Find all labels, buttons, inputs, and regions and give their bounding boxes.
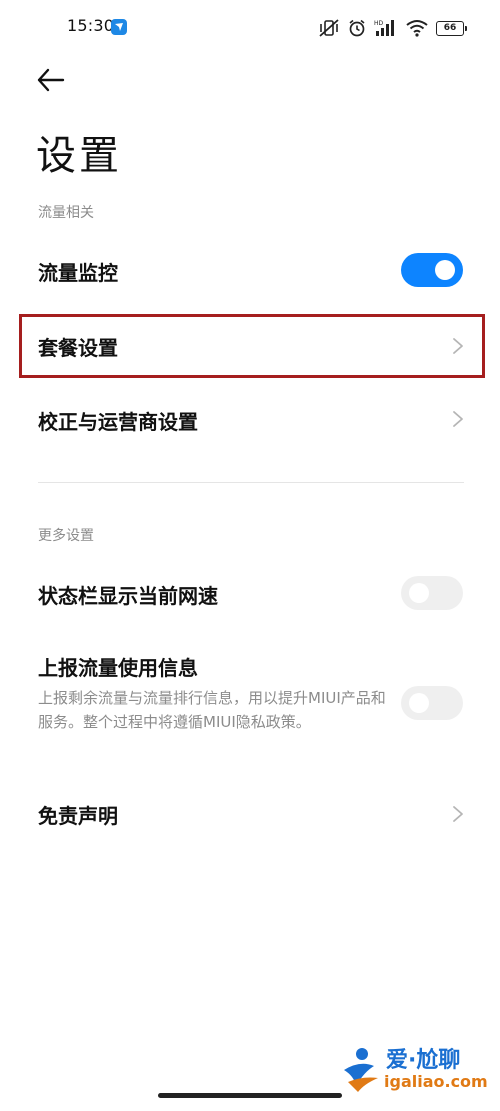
plan-settings-row[interactable]: 套餐设置: [0, 314, 500, 378]
traffic-monitor-row[interactable]: 流量监控: [0, 240, 500, 304]
status-time: 15:30: [67, 16, 115, 35]
section-label-traffic: 流量相关: [38, 205, 94, 221]
toggle-knob: [409, 693, 429, 713]
report-usage-label: 上报流量使用信息: [38, 656, 198, 680]
toggle-knob: [435, 260, 455, 280]
wifi-icon: [406, 20, 428, 37]
home-indicator[interactable]: [158, 1093, 342, 1098]
show-speed-row[interactable]: 状态栏显示当前网速: [0, 562, 500, 626]
report-usage-description: 上报剩余流量与流量排行信息，用以提升MIUI产品和服务。整个过程中将遵循MIUI…: [38, 689, 386, 731]
battery-level: 66: [443, 23, 457, 33]
watermark-logo-icon: [344, 1048, 378, 1092]
watermark: 爱·尬聊 igaliao.com: [340, 1040, 490, 1100]
vibrate-muted-icon: [319, 19, 339, 37]
traffic-monitor-toggle[interactable]: [401, 253, 463, 287]
page-title: 设置: [36, 133, 122, 179]
disclaimer-row[interactable]: 免责声明: [0, 782, 500, 846]
watermark-url: igaliao.com: [384, 1072, 488, 1091]
alarm-icon: [349, 19, 365, 37]
status-bar: 15:30 HD 66: [0, 0, 500, 56]
section-label-more: 更多设置: [38, 528, 94, 544]
toggle-knob: [409, 583, 429, 603]
show-speed-toggle[interactable]: [401, 576, 463, 610]
svg-text:HD: HD: [374, 20, 384, 27]
carrier-settings-label: 校正与运营商设置: [38, 410, 198, 434]
battery-icon: 66: [436, 20, 467, 36]
traffic-monitor-label: 流量监控: [38, 261, 118, 285]
section-divider: [38, 482, 464, 483]
disclaimer-label: 免责声明: [38, 804, 118, 828]
plan-settings-label: 套餐设置: [38, 336, 118, 360]
chevron-right-icon: [453, 338, 463, 354]
show-speed-label: 状态栏显示当前网速: [38, 584, 218, 608]
status-icons: HD 66: [318, 17, 467, 39]
back-button[interactable]: [36, 66, 66, 94]
chevron-right-icon: [453, 411, 463, 427]
watermark-brand: 爱·尬聊: [386, 1048, 461, 1073]
chevron-right-icon: [453, 806, 463, 822]
carrier-settings-row[interactable]: 校正与运营商设置: [0, 388, 500, 452]
arrow-left-icon: [37, 68, 65, 92]
report-usage-toggle[interactable]: [401, 686, 463, 720]
cellular-signal-icon: HD: [374, 20, 394, 36]
app-notification-icon: [111, 19, 127, 35]
